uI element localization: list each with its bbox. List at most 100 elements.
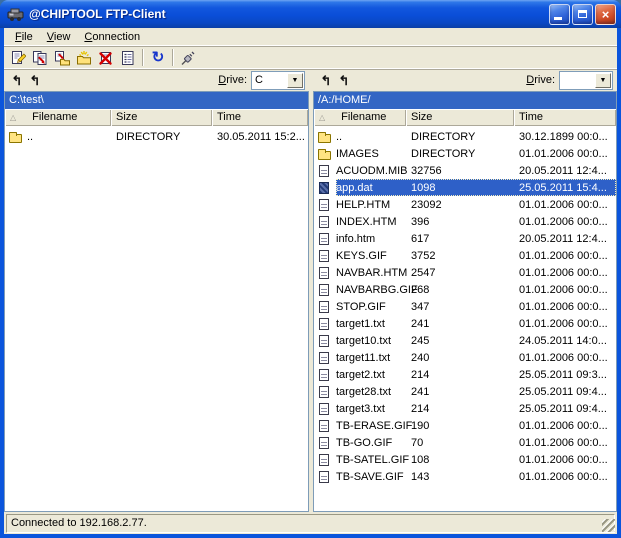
file-name: target3.txt [336,403,406,415]
delete-button[interactable] [95,48,117,68]
file-row[interactable]: app.dat 1098 25.05.2011 15:4... [314,179,616,196]
file-name: NAVBAR.HTM [336,267,406,279]
file-time: 01.01.2006 00:0... [514,284,616,296]
move-button[interactable] [51,48,73,68]
remote-file-list: .. DIRECTORY 30.12.1899 00:0... IMAGES [314,126,616,511]
menu-view[interactable]: View [40,29,78,45]
file-row[interactable]: target28.txt 241 25.05.2011 09:4... [314,383,616,400]
file-row[interactable]: INDEX.HTM 396 01.01.2006 00:0... [314,213,616,230]
local-header-time[interactable]: Time [212,109,308,126]
resize-grip-icon[interactable] [602,519,615,532]
file-row[interactable]: target1.txt 241 01.01.2006 00:0... [314,315,616,332]
file-time: 01.01.2006 00:0... [514,318,616,330]
file-row[interactable]: NAVBAR.HTM 2547 01.01.2006 00:0... [314,264,616,281]
file-row[interactable]: target2.txt 214 25.05.2011 09:3... [314,366,616,383]
file-name: TB-GO.GIF [336,437,406,449]
sort-ascending-icon: △ [10,113,16,122]
file-name: target11.txt [336,352,406,364]
remote-header-time[interactable]: Time [514,109,616,126]
file-time: 01.01.2006 00:0... [514,199,616,211]
file-row[interactable]: TB-SATEL.GIF 108 01.01.2006 00:0... [314,451,616,468]
local-drive-select[interactable]: C ▼ [251,71,305,90]
file-row[interactable]: info.htm 617 20.05.2011 12:4... [314,230,616,247]
local-header-filename[interactable]: △Filename [5,109,111,126]
file-row[interactable]: TB-SAVE.GIF 143 01.01.2006 00:0... [314,468,616,485]
file-size: 347 [406,301,514,313]
file-time: 25.05.2011 09:4... [514,386,616,398]
file-type-icon [318,134,331,143]
file-row[interactable]: KEYS.GIF 3752 01.01.2006 00:0... [314,247,616,264]
file-time: 01.01.2006 00:0... [514,250,616,262]
file-time: 01.01.2006 00:0... [514,148,616,160]
local-up-root-button[interactable]: ↰ [8,74,26,87]
file-row[interactable]: ACUODM.MIB 32756 20.05.2011 12:4... [314,162,616,179]
file-time: 20.05.2011 12:4... [514,233,616,245]
file-row[interactable]: target10.txt 245 24.05.2011 14:0... [314,332,616,349]
file-name: .. [27,131,111,143]
file-row[interactable]: target3.txt 214 25.05.2011 09:4... [314,400,616,417]
file-row[interactable]: TB-GO.GIF 70 01.01.2006 00:0... [314,434,616,451]
maximize-button[interactable] [572,4,593,25]
file-time: 24.05.2011 14:0... [514,335,616,347]
connect-button[interactable] [177,48,199,68]
file-type-icon [319,250,329,262]
file-type-icon [319,369,329,381]
chevron-down-icon[interactable]: ▼ [287,73,303,88]
file-type-icon [319,352,329,364]
new-folder-button[interactable] [73,48,95,68]
file-time: 01.01.2006 00:0... [514,352,616,364]
file-type-icon [319,233,329,245]
refresh-button[interactable]: ↻ [147,48,169,68]
file-size: DIRECTORY [406,131,514,143]
chevron-down-icon[interactable]: ▼ [595,73,611,88]
file-row[interactable]: IMAGES DIRECTORY 01.01.2006 00:0... [314,145,616,162]
file-size: DIRECTORY [111,131,212,143]
file-row[interactable]: TB-ERASE.GIF 190 01.01.2006 00:0... [314,417,616,434]
close-button[interactable]: × [595,4,616,25]
remote-header-size[interactable]: Size [406,109,514,126]
connect-plug-icon [180,50,196,66]
local-up-button[interactable]: ↰ [26,74,44,87]
file-time: 01.01.2006 00:0... [514,216,616,228]
file-time: 30.05.2011 15:2... [212,131,308,143]
remote-drive-select[interactable]: ▼ [559,71,613,90]
file-size: 70 [406,437,514,449]
file-time: 01.01.2006 00:0... [514,471,616,483]
copy-button[interactable] [29,48,51,68]
file-size: 241 [406,386,514,398]
remote-pane-toolbar: ↰ ↰ Drive: ▼ [313,69,617,91]
remote-up-root-button[interactable]: ↰ [317,74,335,87]
app-icon [7,6,25,22]
file-size: 1098 [406,182,514,194]
remote-header-filename[interactable]: △Filename [314,109,406,126]
toolbar: ↻ [4,46,617,69]
file-row[interactable]: STOP.GIF 347 01.01.2006 00:0... [314,298,616,315]
file-name: INDEX.HTM [336,216,406,228]
file-type-icon [319,165,329,177]
local-header-size[interactable]: Size [111,109,212,126]
file-size: 617 [406,233,514,245]
minimize-button[interactable] [549,4,570,25]
menu-connection[interactable]: Connection [77,29,147,45]
file-name: info.htm [336,233,406,245]
menu-file[interactable]: File [8,29,40,45]
file-row[interactable]: NAVBARBG.GIF 268 01.01.2006 00:0... [314,281,616,298]
remote-up-button[interactable]: ↰ [335,74,353,87]
file-row[interactable]: .. DIRECTORY 30.05.2011 15:2... [5,128,308,145]
file-type-icon [319,318,329,330]
file-time: 01.01.2006 00:0... [514,301,616,313]
file-time: 20.05.2011 12:4... [514,165,616,177]
file-type-icon [319,199,329,211]
rename-button[interactable] [7,48,29,68]
file-list-icon [120,50,136,66]
file-type-icon [319,420,329,432]
file-time: 01.01.2006 00:0... [514,437,616,449]
file-row[interactable]: target11.txt 240 01.01.2006 00:0... [314,349,616,366]
titlebar[interactable]: @CHIPTOOL FTP-Client × [0,0,621,28]
list-button[interactable] [117,48,139,68]
file-row[interactable]: .. DIRECTORY 30.12.1899 00:0... [314,128,616,145]
file-size: 240 [406,352,514,364]
local-drive-value: C [252,75,287,86]
file-row[interactable]: HELP.HTM 23092 01.01.2006 00:0... [314,196,616,213]
remote-pane: ↰ ↰ Drive: ▼ /A:/HOME/ △Filename Size [313,69,617,512]
